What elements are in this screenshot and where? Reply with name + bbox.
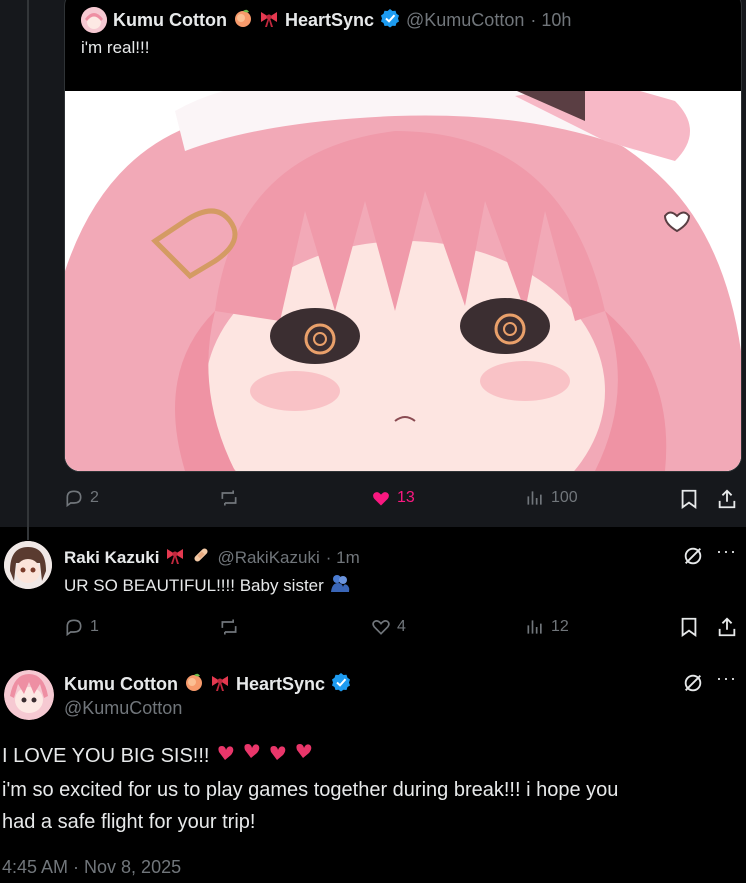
- reply-avatar[interactable]: [4, 541, 52, 589]
- verified-icon: [380, 8, 400, 33]
- more-icon[interactable]: ···: [716, 541, 737, 562]
- reply-like-count: 4: [397, 618, 406, 635]
- quoted-tweet-card[interactable]: Kumu Cotton HeartSync @KumuCotton · 10h …: [64, 0, 742, 472]
- hug-emoji: [330, 573, 350, 599]
- verified-icon: [331, 672, 351, 697]
- reply-text: UR SO BEAUTIFUL!!!! Baby sister: [64, 576, 324, 595]
- views-button[interactable]: 100: [525, 488, 578, 508]
- main-handle[interactable]: @KumuCotton: [64, 698, 182, 719]
- grok-icon[interactable]: [682, 545, 704, 567]
- quote-header: Kumu Cotton HeartSync @KumuCotton · 10h: [81, 7, 571, 33]
- ribbon-emoji: [210, 672, 230, 697]
- bookmark-icon[interactable]: [678, 488, 700, 510]
- quote-time[interactable]: · 10h: [530, 10, 571, 31]
- main-line-1: I LOVE YOU BIG SIS!!!: [2, 745, 210, 767]
- main-header: Kumu Cotton HeartSync: [64, 672, 351, 697]
- reply-like-button[interactable]: 4: [371, 617, 406, 637]
- share-icon[interactable]: [716, 616, 738, 638]
- reply-icon: [66, 619, 82, 637]
- bookmark-icon[interactable]: [678, 616, 700, 638]
- views-icon: [527, 491, 542, 505]
- reply-handle[interactable]: @RakiKazuki: [217, 548, 319, 568]
- reply-count: 2: [90, 489, 99, 506]
- reply-time[interactable]: · 1m: [326, 548, 360, 568]
- grok-icon[interactable]: [682, 672, 704, 694]
- retweet-button[interactable]: [219, 488, 239, 508]
- reply-button[interactable]: 2: [64, 488, 99, 508]
- quote-image[interactable]: [65, 91, 741, 471]
- reply-author-name[interactable]: Raki Kazuki: [64, 548, 159, 568]
- parent-tweet[interactable]: Kumu Cotton HeartSync @KumuCotton · 10h …: [0, 0, 746, 527]
- bandage-emoji: [191, 545, 211, 570]
- quote-handle[interactable]: @KumuCotton: [406, 10, 524, 31]
- main-line-3: had a safe flight for your trip!: [2, 811, 256, 833]
- reply-views-count: 12: [551, 618, 569, 635]
- peach-emoji: [184, 672, 204, 697]
- reply-header: Raki Kazuki @RakiKazuki · 1m: [64, 545, 360, 570]
- quote-text: i'm real!!!: [81, 38, 150, 57]
- main-author-suffix[interactable]: HeartSync: [236, 674, 325, 695]
- reply-views-button[interactable]: 12: [525, 617, 569, 637]
- main-author-name[interactable]: Kumu Cotton: [64, 674, 178, 695]
- main-timestamp[interactable]: 4:45 AM · Nov 8, 2025: [2, 857, 181, 878]
- reply-body: UR SO BEAUTIFUL!!!! Baby sister: [64, 573, 350, 599]
- reply-reply-button[interactable]: 1: [64, 617, 99, 637]
- reply-retweet-button[interactable]: [219, 617, 239, 637]
- heart-icon: [373, 492, 389, 506]
- heart-icon: [372, 620, 390, 635]
- peach-emoji: [233, 8, 253, 33]
- main-line-2: i'm so excited for us to play games toge…: [2, 779, 619, 801]
- more-icon[interactable]: ···: [716, 668, 737, 689]
- main-tweet[interactable]: Kumu Cotton HeartSync @KumuCotton ··· I …: [0, 652, 746, 883]
- ribbon-emoji: [259, 8, 279, 33]
- main-avatar[interactable]: [4, 670, 54, 720]
- quote-author-name[interactable]: Kumu Cotton: [113, 10, 227, 31]
- thread-line: [27, 0, 29, 540]
- like-button[interactable]: 13: [371, 488, 415, 508]
- retweet-icon: [221, 490, 237, 506]
- views-count: 100: [551, 489, 578, 506]
- views-icon: [527, 620, 542, 634]
- reply-tweet[interactable]: Raki Kazuki @RakiKazuki · 1m ··· UR SO B…: [0, 527, 746, 652]
- quote-avatar[interactable]: [81, 7, 107, 33]
- main-body: I LOVE YOU BIG SIS!!! i'm so excited for…: [2, 738, 742, 838]
- hearts-emoji: [215, 738, 319, 774]
- quote-author-suffix[interactable]: HeartSync: [285, 10, 374, 31]
- like-count: 13: [397, 489, 415, 506]
- reply-reply-count: 1: [90, 618, 99, 635]
- share-icon[interactable]: [716, 488, 738, 510]
- ribbon-emoji: [165, 545, 185, 570]
- retweet-icon: [221, 619, 237, 635]
- reply-icon: [66, 490, 82, 508]
